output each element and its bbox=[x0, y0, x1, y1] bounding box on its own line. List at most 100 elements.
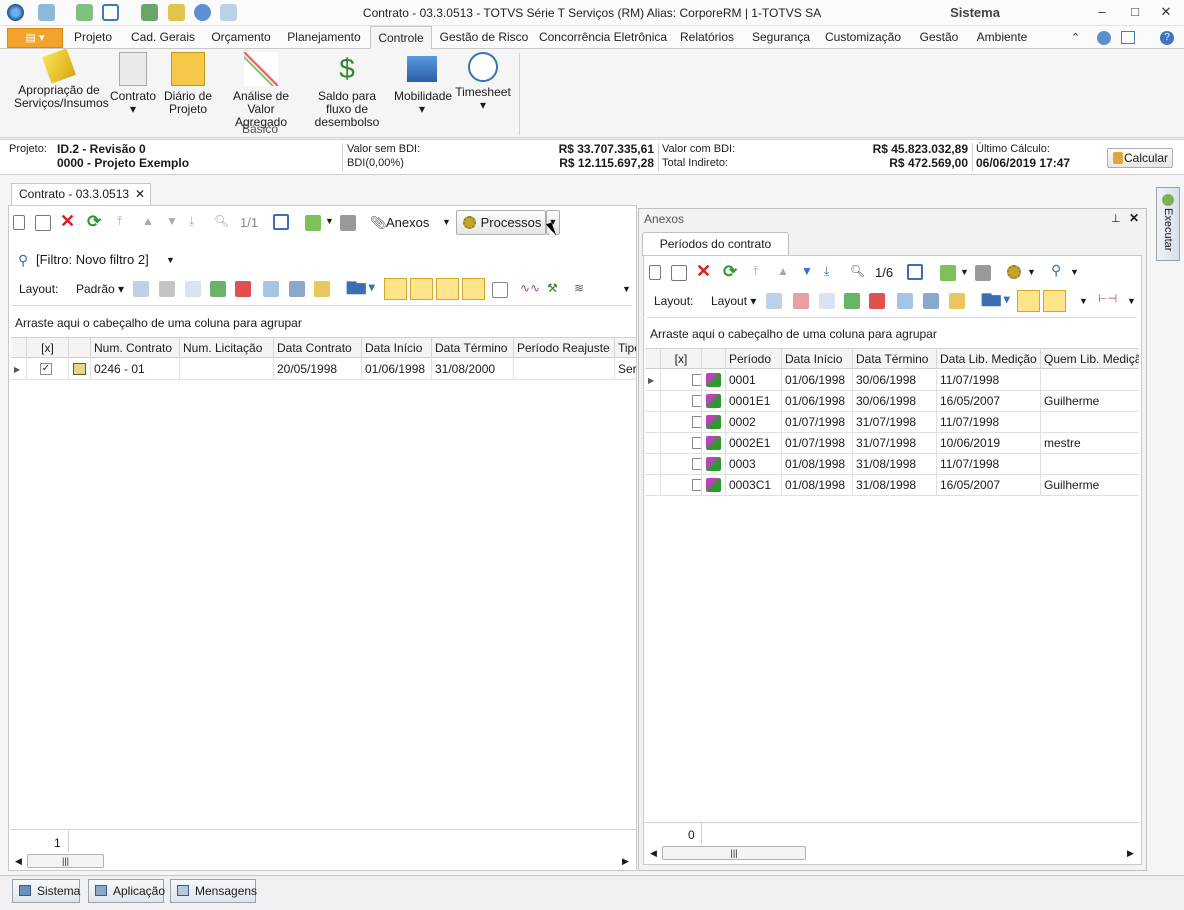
layout-tool-icon[interactable] bbox=[766, 293, 782, 309]
tab-controle[interactable]: Controle bbox=[370, 26, 432, 50]
wave-icon[interactable]: ∿∿ bbox=[520, 281, 540, 295]
tab-seguranca[interactable]: Segurança bbox=[746, 26, 816, 49]
print-icon[interactable] bbox=[340, 215, 356, 231]
layout-tool-icon[interactable] bbox=[949, 293, 965, 309]
prev-record-icon[interactable]: ▲ bbox=[142, 214, 154, 228]
table-row[interactable]: ▶ ✓ 0246 - 01 20/05/1998 01/06/1998 31/0… bbox=[11, 359, 636, 380]
ruler-icon[interactable]: ⊢⊣ bbox=[1098, 292, 1117, 305]
row-checkbox-cell[interactable] bbox=[661, 370, 702, 391]
tab-planejamento[interactable]: Planejamento bbox=[282, 26, 366, 49]
chart-icon[interactable]: ▇▆ ▾ bbox=[982, 292, 1010, 306]
anexos-button[interactable]: 📎︎ Anexos bbox=[370, 212, 429, 234]
close-tab-icon[interactable]: ✕ bbox=[135, 184, 145, 204]
row-checkbox-cell[interactable] bbox=[661, 454, 702, 475]
layout-tool-icon[interactable] bbox=[844, 293, 860, 309]
new-icon[interactable] bbox=[13, 215, 25, 230]
collapse-ribbon-icon[interactable]: ⌃ bbox=[1071, 31, 1080, 44]
scroll-left-icon[interactable]: ◀ bbox=[15, 856, 22, 867]
tab-orcamento[interactable]: Orçamento bbox=[206, 26, 276, 49]
maximize-button[interactable]: □ bbox=[1123, 3, 1147, 21]
layout-tool-icon[interactable] bbox=[263, 281, 279, 297]
col-data-termino[interactable]: Data Término bbox=[853, 349, 937, 369]
grid-icon[interactable] bbox=[907, 264, 923, 280]
layout-tool-icon[interactable] bbox=[819, 293, 835, 309]
table-row[interactable]: 0003C1 01/08/1998 31/08/1998 16/05/2007 Guil… bbox=[645, 475, 1139, 496]
row-checkbox-cell[interactable] bbox=[661, 412, 702, 433]
horizontal-scrollbar[interactable]: ||| bbox=[662, 846, 806, 860]
col-quem-lib-medicao[interactable]: Quem Lib. Medição bbox=[1041, 349, 1139, 369]
anexos-dropdown-icon[interactable]: ▼ bbox=[442, 217, 451, 227]
layout-tool-icon[interactable] bbox=[159, 281, 175, 297]
analise-button[interactable]: Análise de Valor Agregado bbox=[220, 52, 302, 129]
layout-tool-icon[interactable] bbox=[923, 293, 939, 309]
dropdown-arrow-icon[interactable]: ▼ bbox=[325, 216, 334, 226]
horizontal-scrollbar[interactable]: ||| bbox=[27, 854, 104, 868]
table-row[interactable]: 0003 01/08/1998 31/08/1998 11/07/1998 bbox=[645, 454, 1139, 475]
table-row[interactable]: 0001E1 01/06/1998 30/06/1998 16/05/2007 Guil… bbox=[645, 391, 1139, 412]
stack-icon[interactable]: ≋ bbox=[574, 281, 584, 295]
saldo-button[interactable]: $ Saldo para fluxo de desembolso bbox=[306, 52, 388, 129]
tab-projeto[interactable]: Projeto bbox=[66, 26, 120, 49]
tab-relatorios[interactable]: Relatórios bbox=[676, 26, 738, 49]
layout-dropdown[interactable]: Padrão ▾ bbox=[76, 282, 124, 296]
layout-tool-icon[interactable] bbox=[897, 293, 913, 309]
search-icon[interactable]: 🔍︎ bbox=[214, 214, 229, 228]
status-tab-aplicacao[interactable]: Aplicação bbox=[88, 879, 165, 903]
row-checkbox[interactable] bbox=[692, 374, 701, 386]
layout-toggle-icon[interactable] bbox=[410, 278, 433, 300]
layout-toggle-icon[interactable] bbox=[436, 278, 459, 300]
delete-icon[interactable]: ✕ bbox=[696, 261, 711, 282]
dropdown-arrow-icon[interactable]: ▼ bbox=[1079, 296, 1088, 306]
search-icon[interactable]: 🔍︎ bbox=[850, 264, 865, 278]
export-icon[interactable] bbox=[305, 215, 321, 231]
col-select[interactable]: [x] bbox=[661, 349, 702, 369]
tab-periodos[interactable]: Períodos do contrato bbox=[642, 232, 789, 256]
row-checkbox[interactable] bbox=[692, 437, 701, 449]
contrato-button[interactable]: Contrato ▾ bbox=[108, 52, 158, 116]
wand-icon[interactable]: ⚒ bbox=[547, 281, 558, 295]
delete-icon[interactable]: ✕ bbox=[60, 211, 75, 232]
more-dropdown-icon[interactable]: ▼ bbox=[622, 284, 631, 294]
layout-tool-icon[interactable] bbox=[210, 281, 226, 297]
filter-icon[interactable]: ⚲ bbox=[1051, 262, 1061, 279]
col-num-contrato[interactable]: Num. Contrato bbox=[91, 338, 180, 358]
col-select[interactable]: [x] bbox=[27, 338, 69, 358]
first-record-icon[interactable]: ⤒ bbox=[753, 264, 758, 279]
row-checkbox[interactable]: ✓ bbox=[40, 363, 52, 375]
tab-ambiente[interactable]: Ambiente bbox=[972, 26, 1032, 49]
text-format-icon[interactable] bbox=[492, 282, 508, 298]
row-checkbox-cell[interactable] bbox=[661, 391, 702, 412]
file-menu-button[interactable]: ▤ ▾ bbox=[7, 28, 63, 48]
layout-toggle-icon[interactable] bbox=[384, 278, 407, 300]
chart-icon[interactable]: ▇▆ ▾ bbox=[347, 280, 375, 294]
layout-tool-icon[interactable] bbox=[289, 281, 305, 297]
row-checkbox[interactable] bbox=[692, 395, 701, 407]
col-data-contrato[interactable]: Data Contrato bbox=[274, 338, 362, 358]
scroll-left-icon[interactable]: ◀ bbox=[650, 848, 657, 859]
refresh-icon[interactable]: ⟳ bbox=[723, 262, 737, 282]
tab-customizacao[interactable]: Customização bbox=[822, 26, 904, 49]
export-icon[interactable] bbox=[940, 265, 956, 281]
print-icon[interactable] bbox=[975, 265, 991, 281]
status-tab-mensagens[interactable]: Mensagens bbox=[170, 879, 257, 903]
pin-icon[interactable]: ⊥ bbox=[1111, 212, 1121, 225]
minimize-button[interactable]: – bbox=[1090, 3, 1114, 21]
col-periodo-reajuste[interactable]: Período Reajuste bbox=[514, 338, 615, 358]
col-data-inicio[interactable]: Data Início bbox=[362, 338, 432, 358]
col-num-licitacao[interactable]: Num. Licitação bbox=[180, 338, 274, 358]
edit-icon[interactable] bbox=[671, 265, 687, 281]
row-checkbox[interactable] bbox=[692, 479, 701, 491]
tab-concorrencia[interactable]: Concorrência Eletrônica bbox=[536, 26, 670, 49]
document-tab[interactable]: Contrato - 03.3.0513 ✕ bbox=[11, 183, 151, 205]
gears-icon[interactable] bbox=[1007, 265, 1021, 279]
edit-icon[interactable] bbox=[35, 215, 51, 231]
close-panel-icon[interactable]: ✕ bbox=[1129, 211, 1139, 225]
scroll-right-icon[interactable]: ▶ bbox=[1127, 848, 1134, 859]
last-record-icon[interactable]: ⤓ bbox=[824, 264, 829, 279]
table-row[interactable]: 0002E1 01/07/1998 31/07/1998 10/06/2019 mest… bbox=[645, 433, 1139, 454]
globe-icon[interactable] bbox=[1097, 31, 1111, 45]
layout-tool-icon[interactable] bbox=[793, 293, 809, 309]
mobilidade-button[interactable]: Mobilidade ▾ bbox=[394, 52, 452, 116]
scroll-right-icon[interactable]: ▶ bbox=[622, 856, 629, 867]
close-button[interactable]: ✕ bbox=[1154, 3, 1178, 21]
